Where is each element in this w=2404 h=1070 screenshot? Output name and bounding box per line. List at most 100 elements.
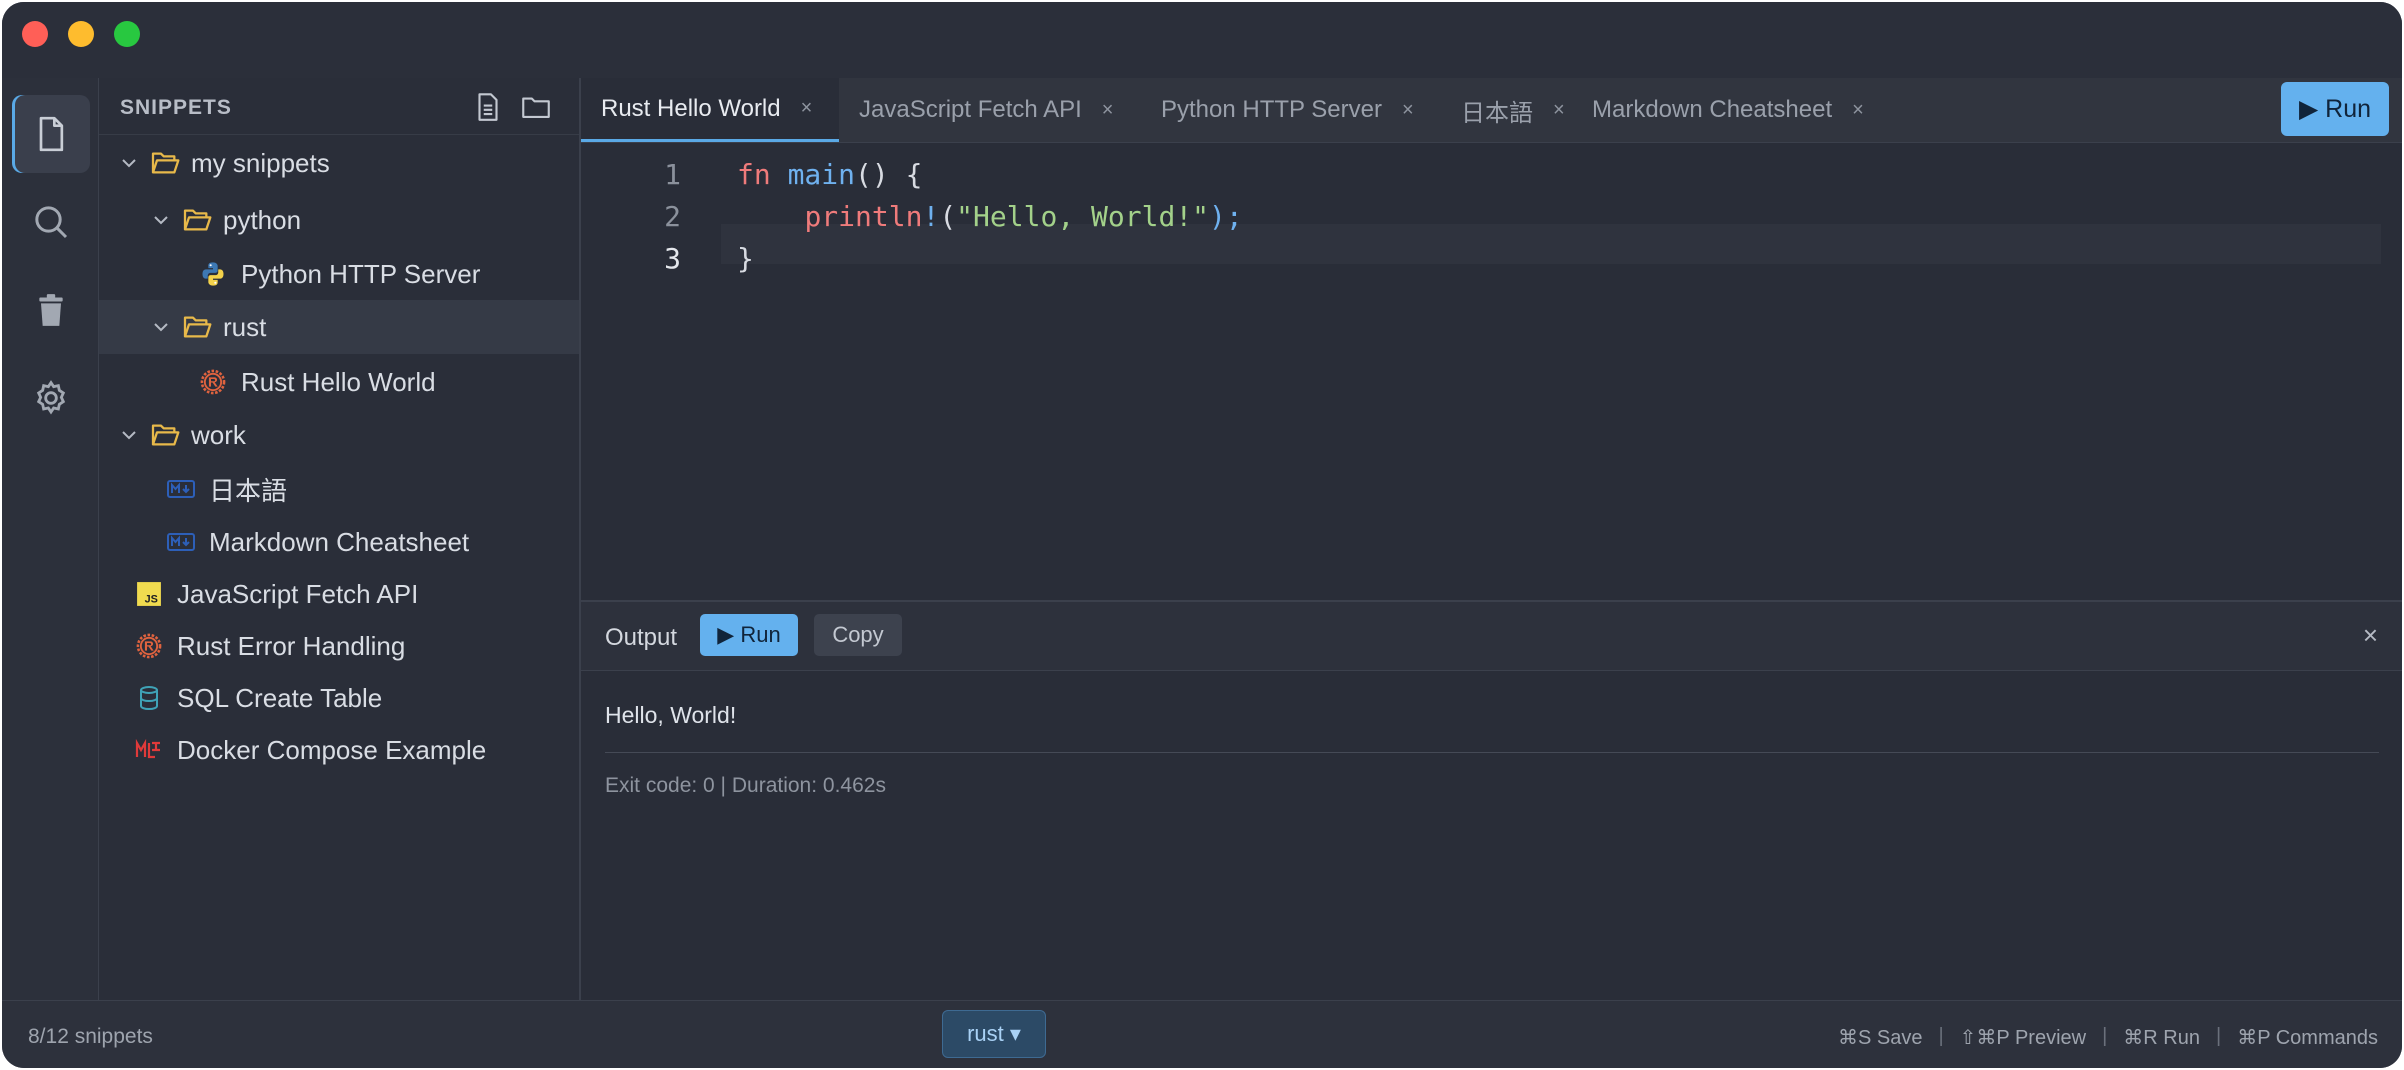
separator: |: [1938, 1025, 1944, 1047]
tree-folder-work[interactable]: work: [99, 408, 579, 462]
python-icon: [199, 260, 227, 288]
zoom-window-button[interactable]: [114, 21, 140, 47]
copy-output-button[interactable]: Copy: [814, 614, 902, 656]
output-label: Output: [605, 624, 678, 651]
snippets-sidebar: SNIPPETS my snippets python Python HTTP …: [99, 78, 581, 1000]
tree-file-sql-create-table[interactable]: SQL Create Table: [99, 671, 579, 725]
code-editor[interactable]: 1 2 3 fn main() { println!("Hello, World…: [581, 142, 2402, 602]
folder-open-icon: [151, 152, 180, 174]
trash-icon: [39, 294, 63, 326]
javascript-icon: JS: [135, 580, 163, 608]
tree-item-label: work: [191, 419, 246, 450]
minimize-window-button[interactable]: [68, 21, 94, 47]
folder-open-icon: [183, 316, 212, 338]
new-snippet-icon[interactable]: [471, 90, 505, 124]
tree-item-label: Rust Error Handling: [177, 630, 406, 661]
tree-file-python-http-server[interactable]: Python HTTP Server: [99, 247, 579, 301]
search-icon: [35, 206, 68, 239]
tree-item-label: JavaScript Fetch API: [177, 578, 419, 609]
close-window-button[interactable]: [22, 21, 48, 47]
line-number: 3: [664, 242, 681, 275]
output-run-button[interactable]: ▶ Run: [700, 614, 798, 656]
code-line-1: fn main() {: [737, 158, 923, 191]
search-view-button[interactable]: [12, 183, 90, 261]
code-line-2: println!("Hello, World!");: [804, 200, 1243, 233]
close-output-icon[interactable]: ×: [2363, 620, 2378, 651]
title-bar: [2, 2, 2402, 78]
snippet-count: 8/12 snippets: [28, 1025, 153, 1048]
new-folder-icon[interactable]: [519, 90, 553, 124]
chevron-down-icon: [122, 159, 136, 168]
app-window: SNIPPETS my snippets python Python HTTP …: [2, 2, 2402, 1068]
output-toolbar: Output ▶ Run Copy ×: [581, 602, 2402, 671]
chevron-down-icon: [154, 323, 168, 332]
trash-view-button[interactable]: [12, 271, 90, 349]
tree-file-markdown-cheatsheet[interactable]: Markdown Cheatsheet: [99, 515, 579, 569]
shortcut-commands: ⌘P Commands: [2237, 1027, 2378, 1049]
tree-file-rust-hello-world[interactable]: Rust Hello World: [99, 355, 579, 409]
shortcut-save: ⌘S Save: [1837, 1027, 1923, 1049]
chevron-down-icon: [122, 431, 136, 440]
tab-markdown-cheatsheet[interactable]: Markdown Cheatsheet ×: [1592, 78, 1864, 142]
tree-file-javascript-fetch-api[interactable]: JS JavaScript Fetch API: [99, 567, 579, 621]
tab-label: Python HTTP Server: [1161, 96, 1382, 123]
tab-label: Rust Hello World: [601, 94, 781, 122]
output-text: Hello, World!: [605, 702, 737, 728]
tree-item-label: my snippets: [191, 147, 330, 178]
close-tab-icon[interactable]: ×: [1102, 99, 1114, 122]
tree-item-label: Rust Hello World: [241, 366, 436, 397]
close-tab-icon[interactable]: ×: [1852, 99, 1864, 122]
rust-icon: [199, 368, 227, 396]
folder-open-icon: [183, 209, 212, 231]
tab-label: Markdown Cheatsheet: [1592, 96, 1833, 123]
sidebar-title: SNIPPETS: [120, 96, 232, 119]
snippets-view-button[interactable]: [12, 95, 90, 173]
editor-area: Rust Hello World × JavaScript Fetch API …: [581, 78, 2402, 1002]
tab-label: JavaScript Fetch API: [859, 96, 1082, 123]
activity-bar: [2, 78, 99, 1000]
tab-python-http-server[interactable]: Python HTTP Server ×: [1161, 78, 1414, 142]
tab-label: 日本語: [1461, 99, 1533, 127]
tree-item-label: 日本語: [209, 475, 288, 506]
gear-icon: [36, 380, 66, 415]
separator: |: [2102, 1025, 2108, 1047]
rust-icon: [135, 632, 163, 660]
tree-file-rust-error-handling[interactable]: Rust Error Handling: [99, 619, 579, 673]
close-tab-icon[interactable]: ×: [801, 97, 813, 120]
close-tab-icon[interactable]: ×: [1402, 99, 1414, 122]
tab-rust-hello-world[interactable]: Rust Hello World ×: [581, 78, 839, 142]
language-selector[interactable]: rust ▾: [942, 1010, 1046, 1058]
markdown-icon: [167, 475, 195, 503]
database-icon: [135, 684, 163, 712]
shortcut-run: ⌘R Run: [2123, 1027, 2200, 1049]
tree-folder-python[interactable]: python: [99, 193, 579, 247]
run-button[interactable]: ▶ Run: [2281, 82, 2389, 136]
svg-text:JS: JS: [145, 594, 158, 606]
settings-view-button[interactable]: [12, 359, 90, 437]
tab-bar: Rust Hello World × JavaScript Fetch API …: [581, 78, 2402, 143]
separator: |: [2216, 1025, 2222, 1047]
tab-japanese[interactable]: 日本語 ×: [1461, 78, 1565, 142]
tree-item-label: Python HTTP Server: [241, 258, 481, 289]
close-tab-icon[interactable]: ×: [1553, 99, 1565, 122]
tree-file-japanese[interactable]: 日本語: [99, 462, 579, 516]
output-divider: [605, 752, 2379, 753]
chevron-down-icon: [154, 216, 168, 225]
markdown-icon: [167, 528, 195, 556]
sidebar-header: SNIPPETS: [99, 78, 579, 135]
tree-item-label: SQL Create Table: [177, 682, 383, 713]
tree-file-docker-compose-example[interactable]: Docker Compose Example: [99, 723, 579, 777]
tab-javascript-fetch-api[interactable]: JavaScript Fetch API ×: [859, 78, 1113, 142]
output-panel: Output ▶ Run Copy × Hello, World! Exit c…: [581, 600, 2402, 1002]
code-line-3: }: [737, 242, 754, 275]
tree-item-label: Markdown Cheatsheet: [209, 526, 470, 557]
tree-folder-my-snippets[interactable]: my snippets: [99, 136, 579, 190]
docker-compose-icon: [135, 736, 163, 764]
status-bar: 8/12 snippets rust ▾ ⌘S Save | ⇧⌘P Previ…: [2, 1000, 2402, 1068]
tree-folder-rust[interactable]: rust: [99, 300, 579, 354]
file-icon: [39, 116, 64, 152]
shortcut-preview: ⇧⌘P Preview: [1959, 1027, 2087, 1049]
line-number: 1: [664, 158, 681, 191]
tree-item-label: Docker Compose Example: [177, 734, 487, 765]
line-number: 2: [664, 200, 681, 233]
